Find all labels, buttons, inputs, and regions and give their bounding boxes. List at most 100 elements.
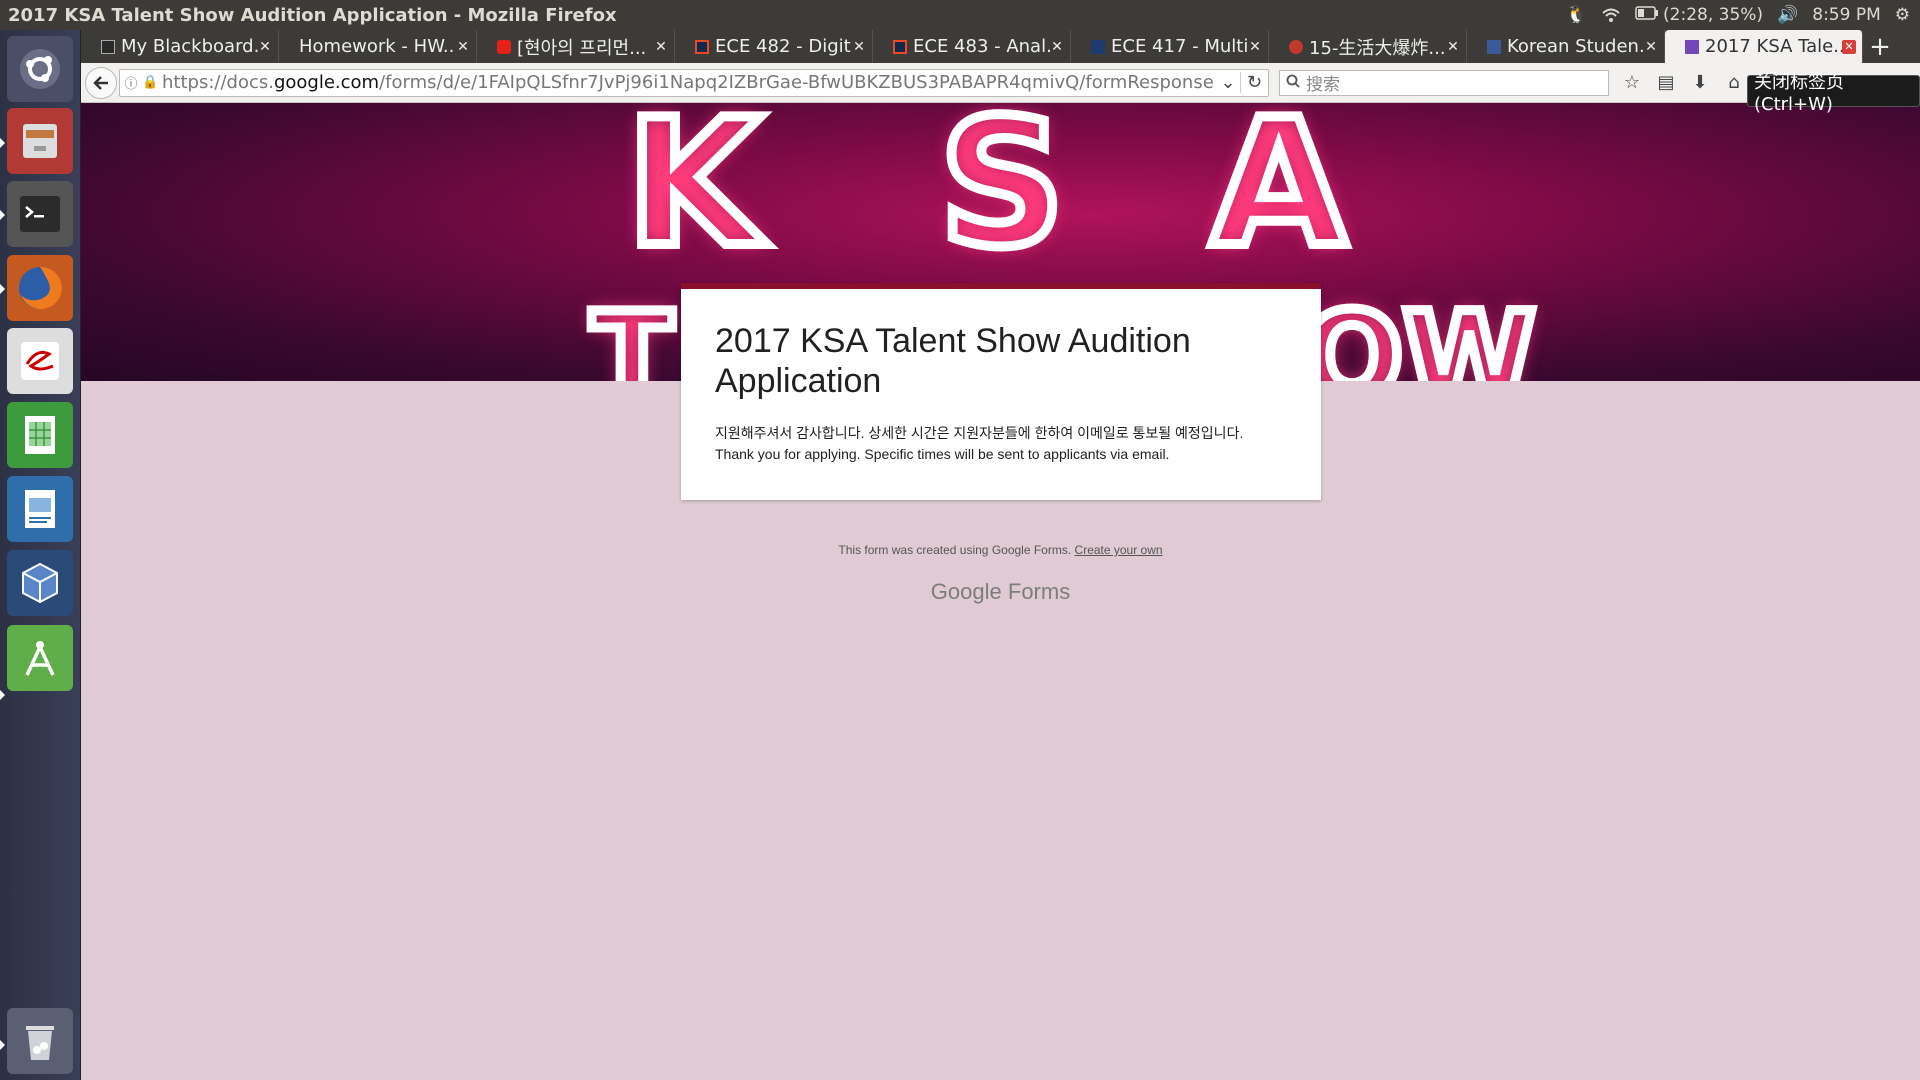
firefox-icon[interactable] (7, 255, 73, 321)
google-forms-icon (1685, 39, 1699, 54)
video-icon (1289, 39, 1303, 54)
new-tab-button[interactable]: + (1863, 30, 1897, 63)
spreadsheet-calc-icon[interactable] (7, 402, 73, 468)
search-icon (1286, 73, 1300, 93)
launcher-running-indicator (0, 210, 5, 220)
search-input[interactable]: 搜索 (1279, 69, 1609, 96)
tab-my-blackboard[interactable]: My Blackboard... ✕ (81, 30, 279, 63)
tab-label: Korean Studen... (1507, 36, 1644, 57)
url-bar[interactable]: ⓘ 🔒 https://docs.google.com/forms/d/e/1F… (119, 68, 1269, 97)
tab-label: ECE 483 - Anal... (913, 36, 1050, 57)
illinois-icon (695, 39, 709, 54)
form-header-card: 2017 KSA Talent Show Audition Applicatio… (681, 283, 1321, 500)
system-indicators: 🐧 (2:28, 35%) 🔊 8:59 PM ⚙ (1566, 5, 1920, 25)
logo-google-text: Google (930, 579, 1002, 604)
url-path: /forms/d/e/1FAIpQLSfnr7JvPj96i1Napq2IZBr… (379, 72, 1214, 93)
title-bar: 2017 KSA Talent Show Audition Applicatio… (0, 0, 1920, 30)
illinois-icon (893, 39, 907, 54)
lock-icon[interactable]: 🔒 (142, 75, 158, 90)
banner-letter-k: K (621, 103, 767, 291)
terminal-icon[interactable] (7, 181, 73, 247)
wifi-icon[interactable] (1601, 7, 1621, 23)
form-description-korean: 지원해주셔서 감사합니다. 상세한 시간은 지원자분들에 한하여 이메일로 통보… (715, 425, 1244, 441)
back-arrow-icon (93, 75, 108, 90)
battery-indicator[interactable]: (2:28, 35%) (1635, 5, 1763, 25)
logo-forms-text: Forms (1007, 579, 1071, 604)
battery-icon (1635, 5, 1659, 25)
url-prefix: https://docs. (162, 72, 274, 93)
create-your-own-link[interactable]: Create your own (1075, 543, 1163, 557)
close-tab-icon[interactable]: ✕ (456, 39, 470, 55)
tab-big-bang[interactable]: 15-生活大爆炸... ✕ (1269, 30, 1467, 63)
page-content: K S A T OW 2017 KSA Talent Show Audition… (81, 103, 1920, 1080)
window-title: 2017 KSA Talent Show Audition Applicatio… (8, 4, 617, 26)
footer-note: This form was created using Google Forms… (81, 543, 1920, 557)
tab-label: [현아의 프리먼... (517, 37, 647, 59)
close-tab-icon[interactable]: ✕ (1050, 39, 1064, 55)
banner-letter-a: A (1206, 103, 1351, 291)
tab-ksa-talent-show[interactable]: 2017 KSA Tale... ✕ (1665, 30, 1863, 63)
bookmark-star-icon[interactable]: ☆ (1615, 68, 1649, 98)
youtube-icon (497, 39, 511, 54)
tab-strip: My Blackboard... ✕ Homework - HW... ✕ [현… (81, 30, 1920, 63)
tab-label: ECE 417 - Multi... (1111, 36, 1248, 57)
url-text[interactable]: https://docs.google.com/forms/d/e/1FAIpQ… (158, 72, 1216, 93)
facebook-icon (1487, 39, 1501, 54)
settings-gear-icon[interactable]: ⚙ (1895, 5, 1910, 25)
google-forms-logo[interactable]: Google Forms (81, 579, 1920, 605)
close-tab-icon[interactable]: ✕ (1248, 39, 1262, 55)
android-studio-icon[interactable] (7, 625, 73, 691)
tab-homework[interactable]: Homework - HW... ✕ (279, 30, 477, 63)
tab-label: 2017 KSA Tale... (1705, 36, 1842, 57)
tab-label: Homework - HW... (299, 36, 456, 57)
info-icon[interactable]: ⓘ (120, 73, 142, 92)
home-icon[interactable]: ⌂ (1717, 68, 1751, 98)
evince-reader-icon[interactable] (7, 328, 73, 394)
back-button[interactable] (85, 66, 117, 99)
banner-letter-s: S (934, 103, 1070, 291)
ece-icon (1091, 39, 1105, 54)
launcher-running-indicator (0, 284, 5, 294)
tab-label: My Blackboard... (121, 36, 258, 57)
dash-home-icon[interactable] (7, 36, 73, 102)
form-description-english: Thank you for applying. Specific times w… (715, 446, 1170, 462)
close-tab-icon[interactable]: ✕ (654, 39, 668, 55)
tux-icon[interactable]: 🐧 (1566, 5, 1587, 25)
reload-icon[interactable]: ↻ (1240, 72, 1268, 93)
tab-korean-student[interactable]: Korean Studen... ✕ (1467, 30, 1665, 63)
tab-ece-417[interactable]: ECE 417 - Multi... ✕ (1071, 30, 1269, 63)
tab-label: ECE 482 - Digit... (715, 36, 852, 57)
close-tab-icon[interactable]: ✕ (1644, 39, 1658, 55)
tab-youtube[interactable]: [현아의 프리먼... ✕ (477, 30, 675, 63)
impress-icon[interactable] (7, 476, 73, 542)
blackboard-icon (101, 39, 115, 54)
banner-lower-left-text: T (586, 283, 678, 381)
form-description: 지원해주셔서 감사합니다. 상세한 시간은 지원자분들에 한하여 이메일로 통보… (715, 423, 1287, 465)
form-title: 2017 KSA Talent Show Audition Applicatio… (715, 322, 1191, 400)
close-tab-tooltip: 关闭标签页 (Ctrl+W) (1747, 72, 1920, 115)
tab-ece-483[interactable]: ECE 483 - Anal... ✕ (873, 30, 1071, 63)
launcher-running-indicator (0, 690, 5, 700)
tab-label: 15-生活大爆炸... (1309, 37, 1446, 59)
clock[interactable]: 8:59 PM (1812, 5, 1881, 25)
files-icon[interactable] (7, 108, 73, 174)
unity-launcher (0, 30, 81, 1080)
launcher-running-indicator (0, 138, 5, 148)
trash-icon[interactable] (7, 1008, 73, 1074)
close-tab-icon[interactable]: ✕ (258, 39, 272, 55)
search-placeholder: 搜索 (1306, 75, 1340, 95)
battery-text: (2:28, 35%) (1663, 5, 1764, 25)
url-domain: google.com (273, 72, 380, 93)
volume-icon[interactable]: 🔊 (1777, 5, 1798, 25)
reading-list-icon[interactable]: ▤ (1649, 68, 1683, 98)
tab-ece-482[interactable]: ECE 482 - Digit... ✕ (675, 30, 873, 63)
dropdown-chevron-icon[interactable]: ⌄ (1216, 72, 1240, 93)
navigation-toolbar: ⓘ 🔒 https://docs.google.com/forms/d/e/1F… (81, 63, 1920, 103)
close-tab-icon[interactable]: ✕ (852, 39, 866, 55)
banner-lower-right-text: OW (1296, 283, 1540, 381)
launcher-running-indicator (0, 1040, 5, 1050)
virtualbox-icon[interactable] (7, 550, 73, 616)
close-tab-icon[interactable]: ✕ (1842, 39, 1856, 54)
close-tab-icon[interactable]: ✕ (1446, 39, 1460, 55)
download-icon[interactable]: ⬇ (1683, 68, 1717, 98)
